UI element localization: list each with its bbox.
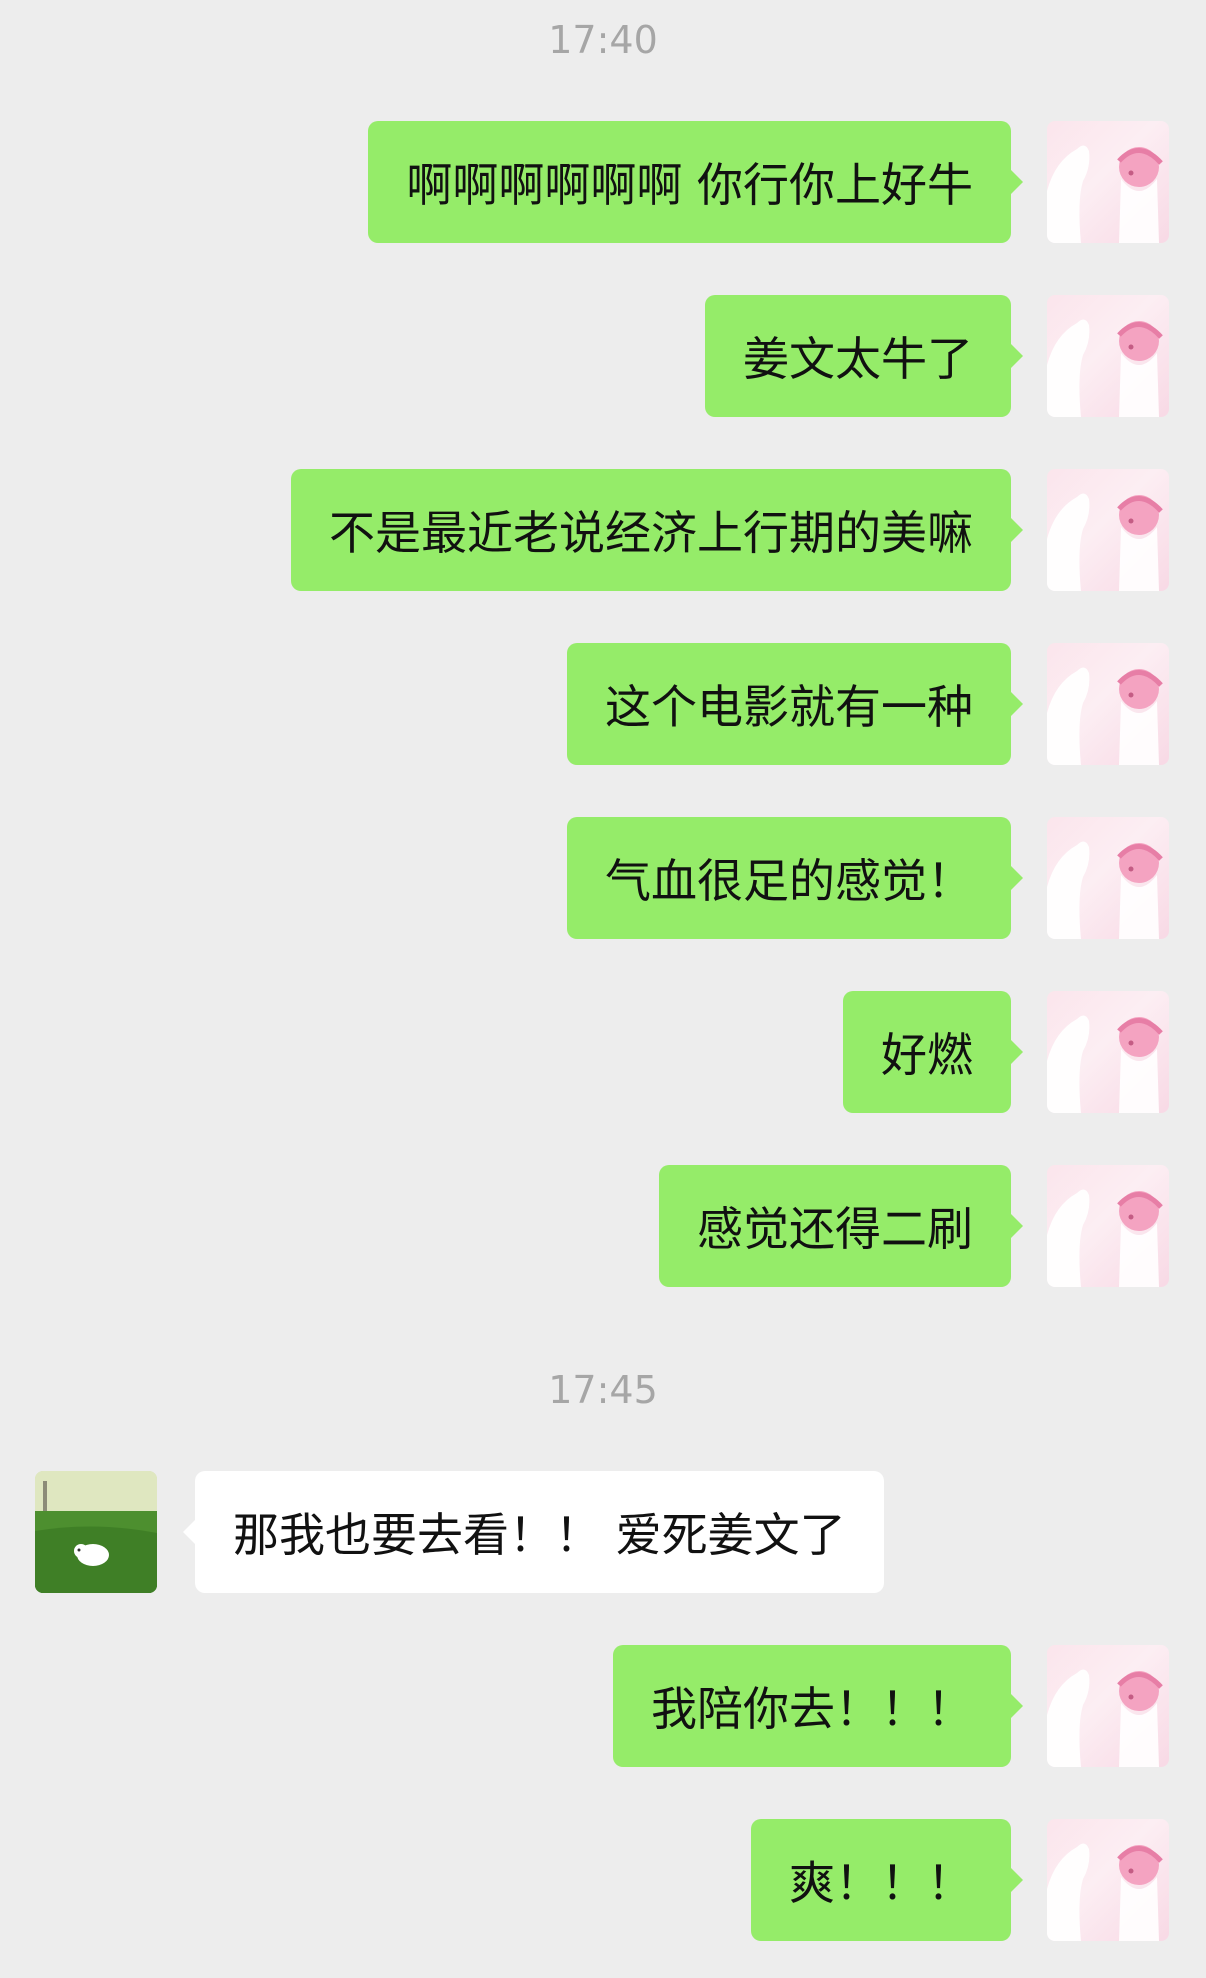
sent-message-bubble[interactable]: 啊啊啊啊啊啊 你行你上好牛 [368,121,1023,243]
message-row: 不是最近老说经济上行期的美嘛 [0,469,1206,591]
received-message-bubble[interactable]: 那我也要去看！！ 爱死姜文了 [183,1471,884,1593]
sent-message-bubble[interactable]: 爽！！！ [751,1819,1023,1941]
friend-avatar[interactable] [35,1471,157,1593]
message-row: 好燃 [0,991,1206,1113]
anime-girl-with-white-cat-avatar-icon [1047,493,1163,591]
anime-girl-with-white-cat-avatar-icon [1047,1015,1163,1113]
sent-message-bubble[interactable]: 我陪你去！！！ [613,1645,1023,1767]
message-row: 气血很足的感觉！ [0,817,1206,939]
sent-message-bubble[interactable]: 不是最近老说经济上行期的美嘛 [291,469,1023,591]
anime-girl-with-white-cat-avatar-icon [1047,145,1163,243]
timestamp: 17:40 [548,18,658,62]
message-row: 姜文太牛了 [0,295,1206,417]
message-row: 感觉还得二刷 [0,1165,1206,1287]
white-puppy-on-grass-avatar-icon [35,1471,157,1593]
my-avatar[interactable] [1047,469,1169,591]
my-avatar[interactable] [1047,991,1169,1113]
chat-message-list[interactable]: 17:40 啊啊啊啊啊啊 你行你上好牛 姜文太牛了 不是最近老说经济上行期的美嘛… [0,0,1206,1978]
my-avatar[interactable] [1047,121,1169,243]
sent-message-bubble[interactable]: 这个电影就有一种 [567,643,1023,765]
message-row: 这个电影就有一种 [0,643,1206,765]
message-row: 爽！！！ [0,1819,1206,1941]
sent-message-bubble[interactable]: 好燃 [843,991,1023,1113]
sent-message-bubble[interactable]: 气血很足的感觉！ [567,817,1023,939]
my-avatar[interactable] [1047,1645,1169,1767]
my-avatar[interactable] [1047,295,1169,417]
message-row: 我陪你去！！！ [0,1645,1206,1767]
timestamp: 17:45 [548,1368,658,1412]
anime-girl-with-white-cat-avatar-icon [1047,319,1163,417]
my-avatar[interactable] [1047,1165,1169,1287]
anime-girl-with-white-cat-avatar-icon [1047,667,1163,765]
message-row: 那我也要去看！！ 爱死姜文了 [0,1471,1206,1593]
anime-girl-with-white-cat-avatar-icon [1047,841,1163,939]
message-row: 啊啊啊啊啊啊 你行你上好牛 [0,121,1206,243]
anime-girl-with-white-cat-avatar-icon [1047,1843,1163,1941]
my-avatar[interactable] [1047,817,1169,939]
anime-girl-with-white-cat-avatar-icon [1047,1189,1163,1287]
sent-message-bubble[interactable]: 姜文太牛了 [705,295,1023,417]
my-avatar[interactable] [1047,643,1169,765]
my-avatar[interactable] [1047,1819,1169,1941]
anime-girl-with-white-cat-avatar-icon [1047,1669,1163,1767]
sent-message-bubble[interactable]: 感觉还得二刷 [659,1165,1023,1287]
